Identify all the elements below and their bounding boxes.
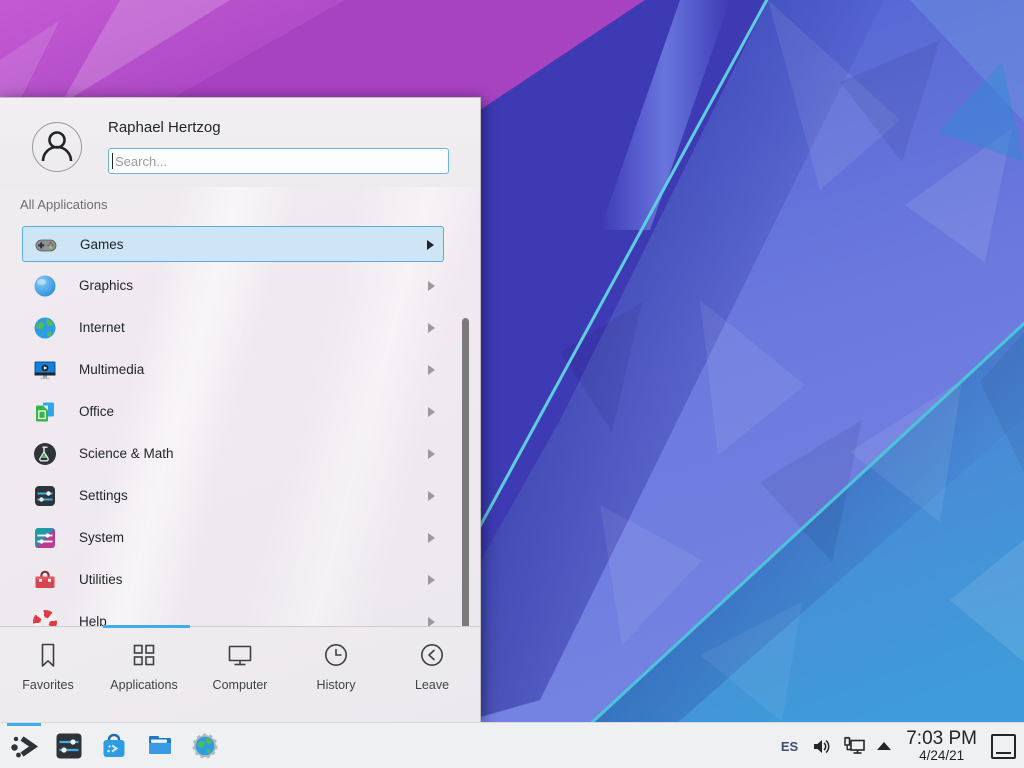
category-help[interactable]: Help bbox=[22, 604, 444, 628]
submenu-arrow-icon bbox=[428, 281, 435, 291]
category-label: Internet bbox=[79, 310, 125, 346]
tab-label: Applications bbox=[110, 678, 177, 692]
user-avatar[interactable] bbox=[32, 122, 82, 172]
category-multimedia[interactable]: Multimedia bbox=[22, 352, 444, 388]
category-games[interactable]: Games bbox=[22, 226, 444, 262]
tab-computer[interactable]: Computer bbox=[192, 627, 288, 722]
web-browser-button[interactable] bbox=[190, 731, 220, 761]
category-label: Office bbox=[79, 394, 114, 430]
category-office[interactable]: Office bbox=[22, 394, 444, 430]
category-label: Science & Math bbox=[79, 436, 174, 472]
application-launcher-menu: Raphael Hertzog All Applications Games bbox=[0, 97, 481, 722]
show-desktop-button[interactable] bbox=[991, 734, 1016, 759]
tab-leave[interactable]: Leave bbox=[384, 627, 480, 722]
file-manager-button[interactable] bbox=[145, 731, 175, 761]
keyboard-layout-indicator[interactable]: ES bbox=[781, 739, 798, 754]
discover-button[interactable] bbox=[99, 731, 129, 761]
submenu-arrow-icon bbox=[428, 575, 435, 585]
desktop: Raphael Hertzog All Applications Games bbox=[0, 0, 1024, 768]
clock-time: 7:03 PM bbox=[906, 729, 977, 749]
settings-app-icon bbox=[54, 731, 84, 761]
application-launcher-button[interactable] bbox=[9, 731, 39, 761]
office-documents-icon bbox=[32, 399, 58, 425]
folder-icon bbox=[145, 731, 175, 761]
category-label: Utilities bbox=[79, 562, 123, 598]
volume-icon[interactable] bbox=[811, 736, 832, 757]
user-icon bbox=[33, 123, 81, 171]
category-label: Games bbox=[80, 227, 124, 263]
category-label: Graphics bbox=[79, 268, 133, 304]
system-settings-button[interactable] bbox=[54, 731, 84, 761]
computer-icon bbox=[225, 640, 255, 670]
section-label: All Applications bbox=[20, 197, 107, 212]
submenu-arrow-icon bbox=[428, 449, 435, 459]
launcher-tab-bar: Favorites Applications Computer bbox=[0, 626, 480, 722]
clock[interactable]: 7:03 PM 4/24/21 bbox=[906, 729, 977, 763]
active-tab-indicator bbox=[103, 625, 190, 628]
submenu-arrow-icon bbox=[428, 323, 435, 333]
network-icon[interactable] bbox=[843, 736, 866, 757]
tab-history[interactable]: History bbox=[288, 627, 384, 722]
settings-sliders-icon bbox=[32, 483, 58, 509]
clock-date: 4/24/21 bbox=[906, 749, 977, 763]
submenu-arrow-icon bbox=[428, 533, 435, 543]
category-label: Multimedia bbox=[79, 352, 144, 388]
kickoff-icon bbox=[9, 731, 39, 761]
launcher-category-area: All Applications Games bbox=[0, 187, 480, 628]
category-settings[interactable]: Settings bbox=[22, 478, 444, 514]
leave-back-icon bbox=[417, 640, 447, 670]
tab-label: Leave bbox=[415, 678, 449, 692]
graphics-sphere-icon bbox=[32, 273, 58, 299]
category-internet[interactable]: Internet bbox=[22, 310, 444, 346]
submenu-arrow-icon bbox=[428, 407, 435, 417]
system-sliders-icon bbox=[32, 525, 58, 551]
monitor-play-icon bbox=[32, 357, 58, 383]
tab-favorites[interactable]: Favorites bbox=[0, 627, 96, 722]
submenu-arrow-icon bbox=[427, 240, 434, 250]
category-system[interactable]: System bbox=[22, 520, 444, 556]
text-cursor bbox=[112, 153, 113, 169]
user-name: Raphael Hertzog bbox=[108, 119, 221, 136]
category-utilities[interactable]: Utilities bbox=[22, 562, 444, 598]
globe-icon bbox=[32, 315, 58, 341]
submenu-arrow-icon bbox=[428, 491, 435, 501]
science-flask-icon bbox=[32, 441, 58, 467]
search-input[interactable] bbox=[108, 148, 449, 174]
category-list: Games Graphics bbox=[0, 226, 480, 628]
tab-label: Computer bbox=[213, 678, 268, 692]
discover-bag-icon bbox=[99, 731, 129, 761]
toolbox-icon bbox=[32, 567, 58, 593]
category-science-math[interactable]: Science & Math bbox=[22, 436, 444, 472]
taskbar: ES bbox=[0, 722, 1024, 768]
bookmark-icon bbox=[33, 640, 63, 670]
launcher-header: Raphael Hertzog bbox=[0, 98, 480, 188]
tab-label: History bbox=[317, 678, 356, 692]
tab-label: Favorites bbox=[22, 678, 73, 692]
submenu-arrow-icon bbox=[428, 365, 435, 375]
app-grid-icon bbox=[129, 640, 159, 670]
globe-gear-icon bbox=[190, 731, 220, 761]
system-tray: ES bbox=[781, 723, 1024, 768]
category-label: System bbox=[79, 520, 124, 556]
category-graphics[interactable]: Graphics bbox=[22, 268, 444, 304]
scrollbar[interactable] bbox=[462, 318, 469, 628]
show-desktop-glyph bbox=[996, 752, 1011, 754]
category-label: Settings bbox=[79, 478, 128, 514]
history-clock-icon bbox=[321, 640, 351, 670]
tab-applications[interactable]: Applications bbox=[96, 627, 192, 722]
launcher-active-indicator bbox=[7, 723, 41, 726]
expand-tray-icon[interactable] bbox=[877, 742, 891, 750]
gamepad-icon bbox=[33, 232, 59, 258]
